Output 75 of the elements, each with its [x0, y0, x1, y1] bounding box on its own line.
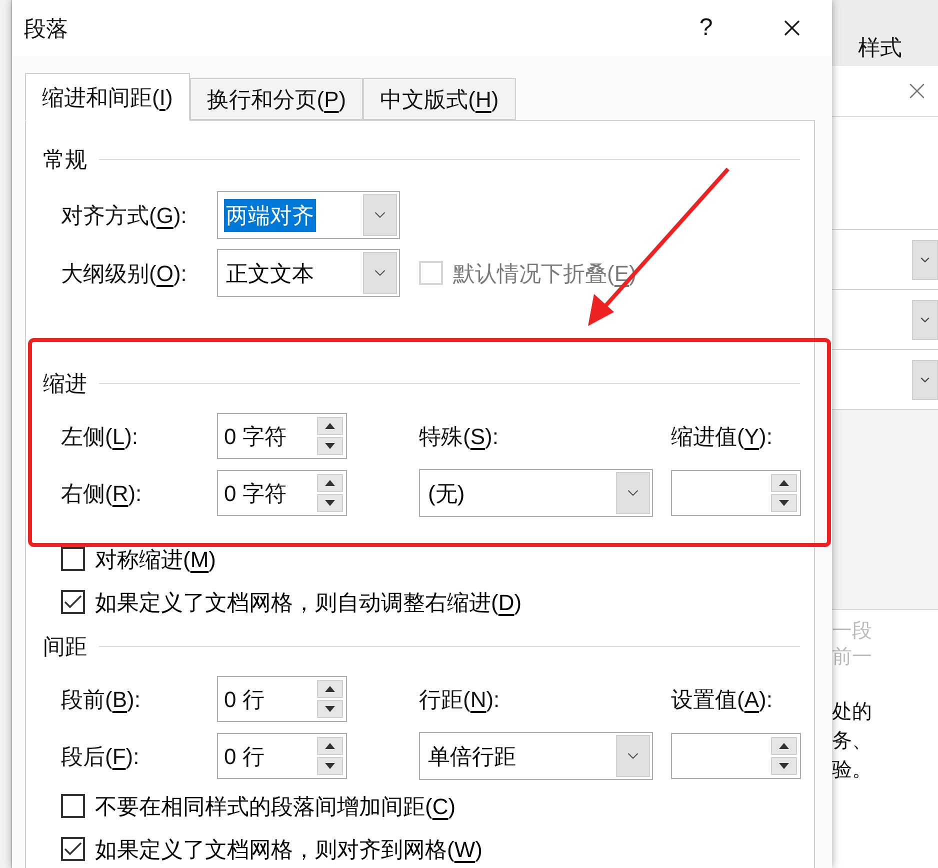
spin-up-button[interactable]: [317, 417, 343, 435]
spin-down-button[interactable]: [317, 437, 343, 455]
down-arrow-icon: [325, 706, 335, 712]
section-heading: 常规: [43, 146, 87, 174]
spin-down-button[interactable]: [317, 700, 343, 718]
tab[interactable]: 换行和分页(P): [190, 78, 364, 120]
up-arrow-icon: [779, 743, 789, 749]
up-arrow-icon: [325, 743, 335, 749]
check-icon: [64, 842, 82, 856]
field-label: 左侧(L):: [61, 422, 140, 450]
down-arrow-icon: [779, 500, 789, 506]
spin-field[interactable]: [671, 733, 801, 779]
tab[interactable]: 缩进和间距(I): [25, 73, 190, 121]
up-arrow-icon: [779, 480, 789, 486]
dropdown[interactable]: 单倍行距: [419, 732, 653, 780]
field-label: 特殊(S):: [419, 422, 500, 450]
field-label: 右侧(R):: [61, 480, 143, 508]
spin-field[interactable]: 0 字符: [217, 413, 347, 459]
preview-text: 一段: [832, 619, 873, 644]
field-label: 缩进值(Y):: [671, 422, 774, 450]
spin-down-button[interactable]: [317, 757, 343, 775]
field-label: 设置值(A):: [671, 686, 774, 714]
spin-down-button[interactable]: [771, 757, 797, 775]
window-title: 段落: [24, 14, 69, 42]
checkbox-label: 不要在相同样式的段落间增加间距(C): [95, 792, 456, 820]
tab[interactable]: 中文版式(H): [363, 78, 516, 120]
up-arrow-icon: [325, 686, 335, 692]
down-arrow-icon: [325, 443, 335, 449]
check-icon: [64, 595, 82, 609]
dropdown-value: 两端对齐: [224, 198, 316, 232]
section-heading: 缩进: [43, 370, 87, 398]
field-label: 段前(B):: [61, 686, 142, 714]
preview-text: 处的: [832, 700, 873, 725]
spin-field[interactable]: 0 字符: [217, 470, 347, 516]
help-button[interactable]: ?: [684, 10, 728, 46]
spin-field[interactable]: 0 行: [217, 733, 347, 779]
dropdown-value: 单倍行距: [427, 742, 517, 770]
spin-up-button[interactable]: [317, 474, 343, 492]
spin-field[interactable]: 0 行: [217, 676, 347, 722]
checkbox-label: 如果定义了文档网格，则自动调整右缩进(D): [95, 588, 522, 616]
preview-text: 验。: [832, 758, 873, 783]
dropdown-value: 正文文本: [225, 260, 315, 288]
checkbox-label: 如果定义了文档网格，则对齐到网格(W): [95, 836, 482, 864]
checkbox[interactable]: [61, 837, 85, 861]
up-arrow-icon: [325, 423, 335, 429]
checkbox-label: 对称缩进(M): [95, 546, 216, 574]
dropdown[interactable]: 正文文本: [217, 249, 400, 297]
checkbox[interactable]: [61, 590, 85, 614]
field-label: 大纲级别(O):: [61, 260, 188, 288]
spin-up-button[interactable]: [317, 680, 343, 698]
spin-value: 0 行: [224, 742, 264, 770]
preview-text: 前一: [832, 645, 873, 670]
dropdown-value: (无): [427, 480, 466, 508]
field-label: 段后(F):: [61, 742, 140, 770]
spin-value: 0 行: [224, 686, 264, 714]
spin-up-button[interactable]: [771, 737, 797, 755]
preview-text: 务、: [832, 729, 873, 754]
spin-down-button[interactable]: [771, 494, 797, 512]
field-label: 行距(N):: [419, 686, 501, 714]
field-label: 对齐方式(G):: [61, 202, 188, 230]
down-arrow-icon: [325, 500, 335, 506]
section-heading: 间距: [43, 632, 87, 660]
spin-field[interactable]: [671, 470, 801, 516]
dropdown[interactable]: 两端对齐: [217, 191, 400, 239]
checkbox[interactable]: [61, 547, 85, 571]
spin-up-button[interactable]: [317, 737, 343, 755]
spin-value: 0 字符: [224, 422, 286, 450]
spin-down-button[interactable]: [317, 494, 343, 512]
checkbox[interactable]: [61, 794, 85, 818]
spin-up-button[interactable]: [771, 474, 797, 492]
down-arrow-icon: [779, 763, 789, 769]
down-arrow-icon: [325, 763, 335, 769]
up-arrow-icon: [325, 480, 335, 486]
spin-value: 0 字符: [224, 480, 286, 508]
dropdown[interactable]: (无): [419, 469, 653, 517]
